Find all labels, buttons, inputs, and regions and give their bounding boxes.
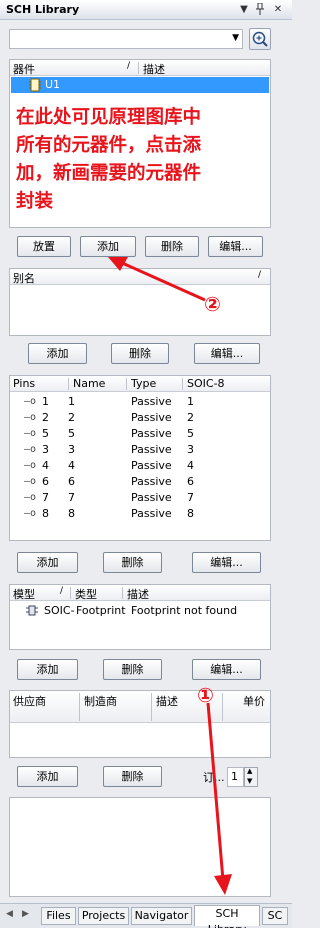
arrow-one-head: [214, 874, 232, 895]
tab-projects[interactable]: Projects: [78, 907, 129, 925]
scroll-left-icon[interactable]: ◀: [6, 909, 13, 919]
arrow-one-line: [206, 702, 225, 881]
tab-files[interactable]: Files: [41, 907, 76, 925]
tab-sch-library[interactable]: SCH Library: [194, 905, 260, 928]
panel-tabs-bar: ◀ ▶ Files Projects Navigator SCH Library…: [0, 903, 292, 928]
tab-sc[interactable]: SC: [262, 907, 288, 925]
annotation-arrows: [108, 257, 232, 895]
arrow-two-line: [119, 260, 206, 302]
tab-navigator[interactable]: Navigator: [131, 907, 192, 925]
scroll-right-icon[interactable]: ▶: [22, 909, 29, 919]
